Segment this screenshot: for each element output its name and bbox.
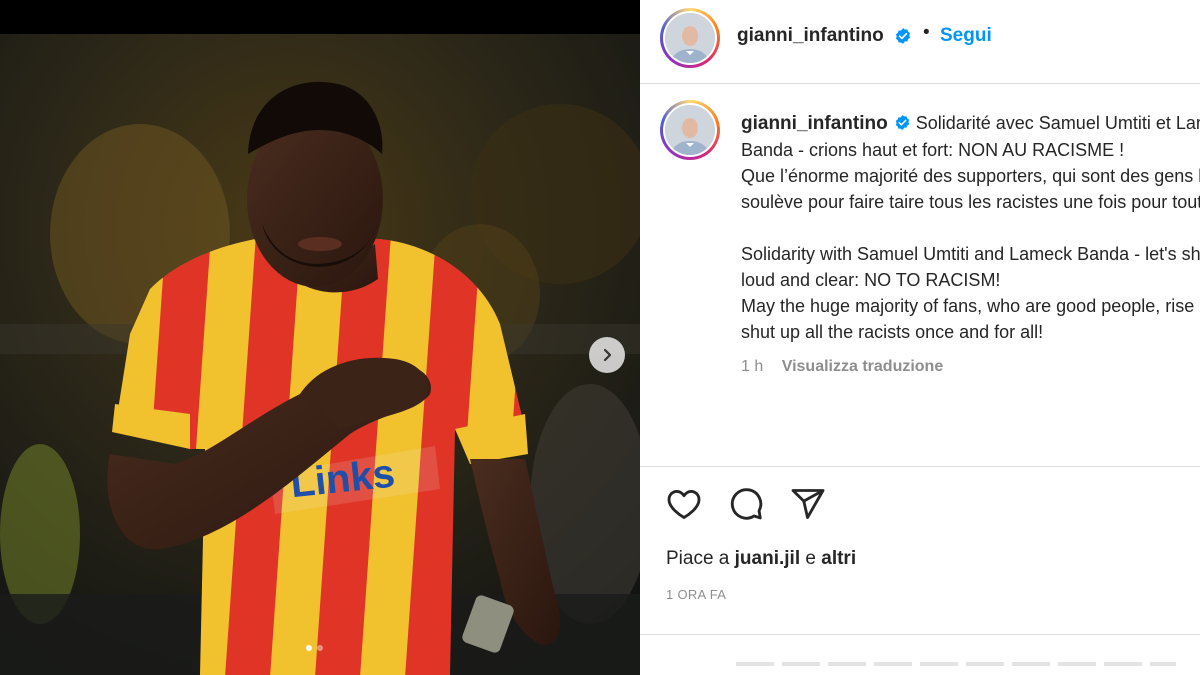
comment-icon[interactable]: [728, 486, 764, 522]
heart-icon[interactable]: [666, 486, 702, 522]
caption-line-en-4: shut up all the racists once and for all…: [741, 322, 1044, 342]
chevron-right-icon: [603, 348, 612, 362]
likes-user-link[interactable]: juani.jil: [735, 548, 800, 569]
post-photo: Links: [0, 34, 640, 675]
caption-paragraph-gap: [741, 215, 1200, 241]
divider: [640, 466, 1200, 467]
caption-meta: 1 h Visualizza traduzione: [741, 358, 943, 376]
author-avatar[interactable]: [660, 8, 720, 68]
comment-area-placeholder[interactable]: [736, 662, 1176, 666]
likes-summary: Piace a juani.jil e altri: [666, 548, 856, 570]
post-media: Links: [0, 0, 640, 675]
media-top-bar: [0, 0, 640, 34]
divider: [640, 634, 1200, 635]
caption-line-fr-3: Que l’énorme majorité des supporters, qu…: [741, 166, 1200, 186]
carousel-dot: [317, 645, 323, 651]
likes-prefix: Piace a: [666, 548, 730, 569]
see-translation-button[interactable]: Visualizza traduzione: [782, 358, 944, 375]
caption-text: gianni_infantino Solidarité avec Samuel …: [741, 110, 1200, 345]
caption-line-en-3: May the huge majority of fans, who are g…: [741, 296, 1200, 316]
post-header: gianni_infantino • Segui: [640, 0, 1200, 84]
post-actions: [666, 486, 826, 522]
caption-line-fr-4: soulève pour faire taire tous les racist…: [741, 192, 1200, 212]
caption-author-avatar[interactable]: [660, 100, 720, 160]
send-icon[interactable]: [790, 486, 826, 522]
carousel-next-button[interactable]: [589, 337, 625, 373]
caption-line-fr-2: Banda - crions haut et fort: NON AU RACI…: [741, 140, 1125, 160]
carousel-dot: [306, 645, 312, 651]
caption-author-username[interactable]: gianni_infantino: [741, 113, 888, 134]
verified-badge-icon: [895, 115, 909, 130]
header-separator: •: [923, 22, 930, 43]
likes-others-link[interactable]: altri: [821, 548, 856, 569]
post-time-ago[interactable]: 1 ORA FA: [666, 587, 726, 602]
verified-badge-icon: [895, 28, 911, 44]
caption-line-en-1: Solidarity with Samuel Umtiti and Lameck…: [741, 244, 1200, 264]
caption-timestamp[interactable]: 1 h: [741, 358, 763, 375]
post-side-panel: gianni_infantino • Segui gianni_infantin…: [640, 0, 1200, 675]
carousel-indicator: [306, 645, 323, 651]
follow-button[interactable]: Segui: [940, 25, 992, 47]
caption-line-fr-1: Solidarité avec Samuel Umtiti et Lameck: [915, 113, 1200, 133]
likes-joiner: e: [805, 548, 816, 569]
author-username[interactable]: gianni_infantino: [737, 25, 884, 47]
caption-line-en-2: loud and clear: NO TO RACISM!: [741, 270, 1001, 290]
post-caption: gianni_infantino Solidarité avec Samuel …: [640, 84, 1200, 466]
